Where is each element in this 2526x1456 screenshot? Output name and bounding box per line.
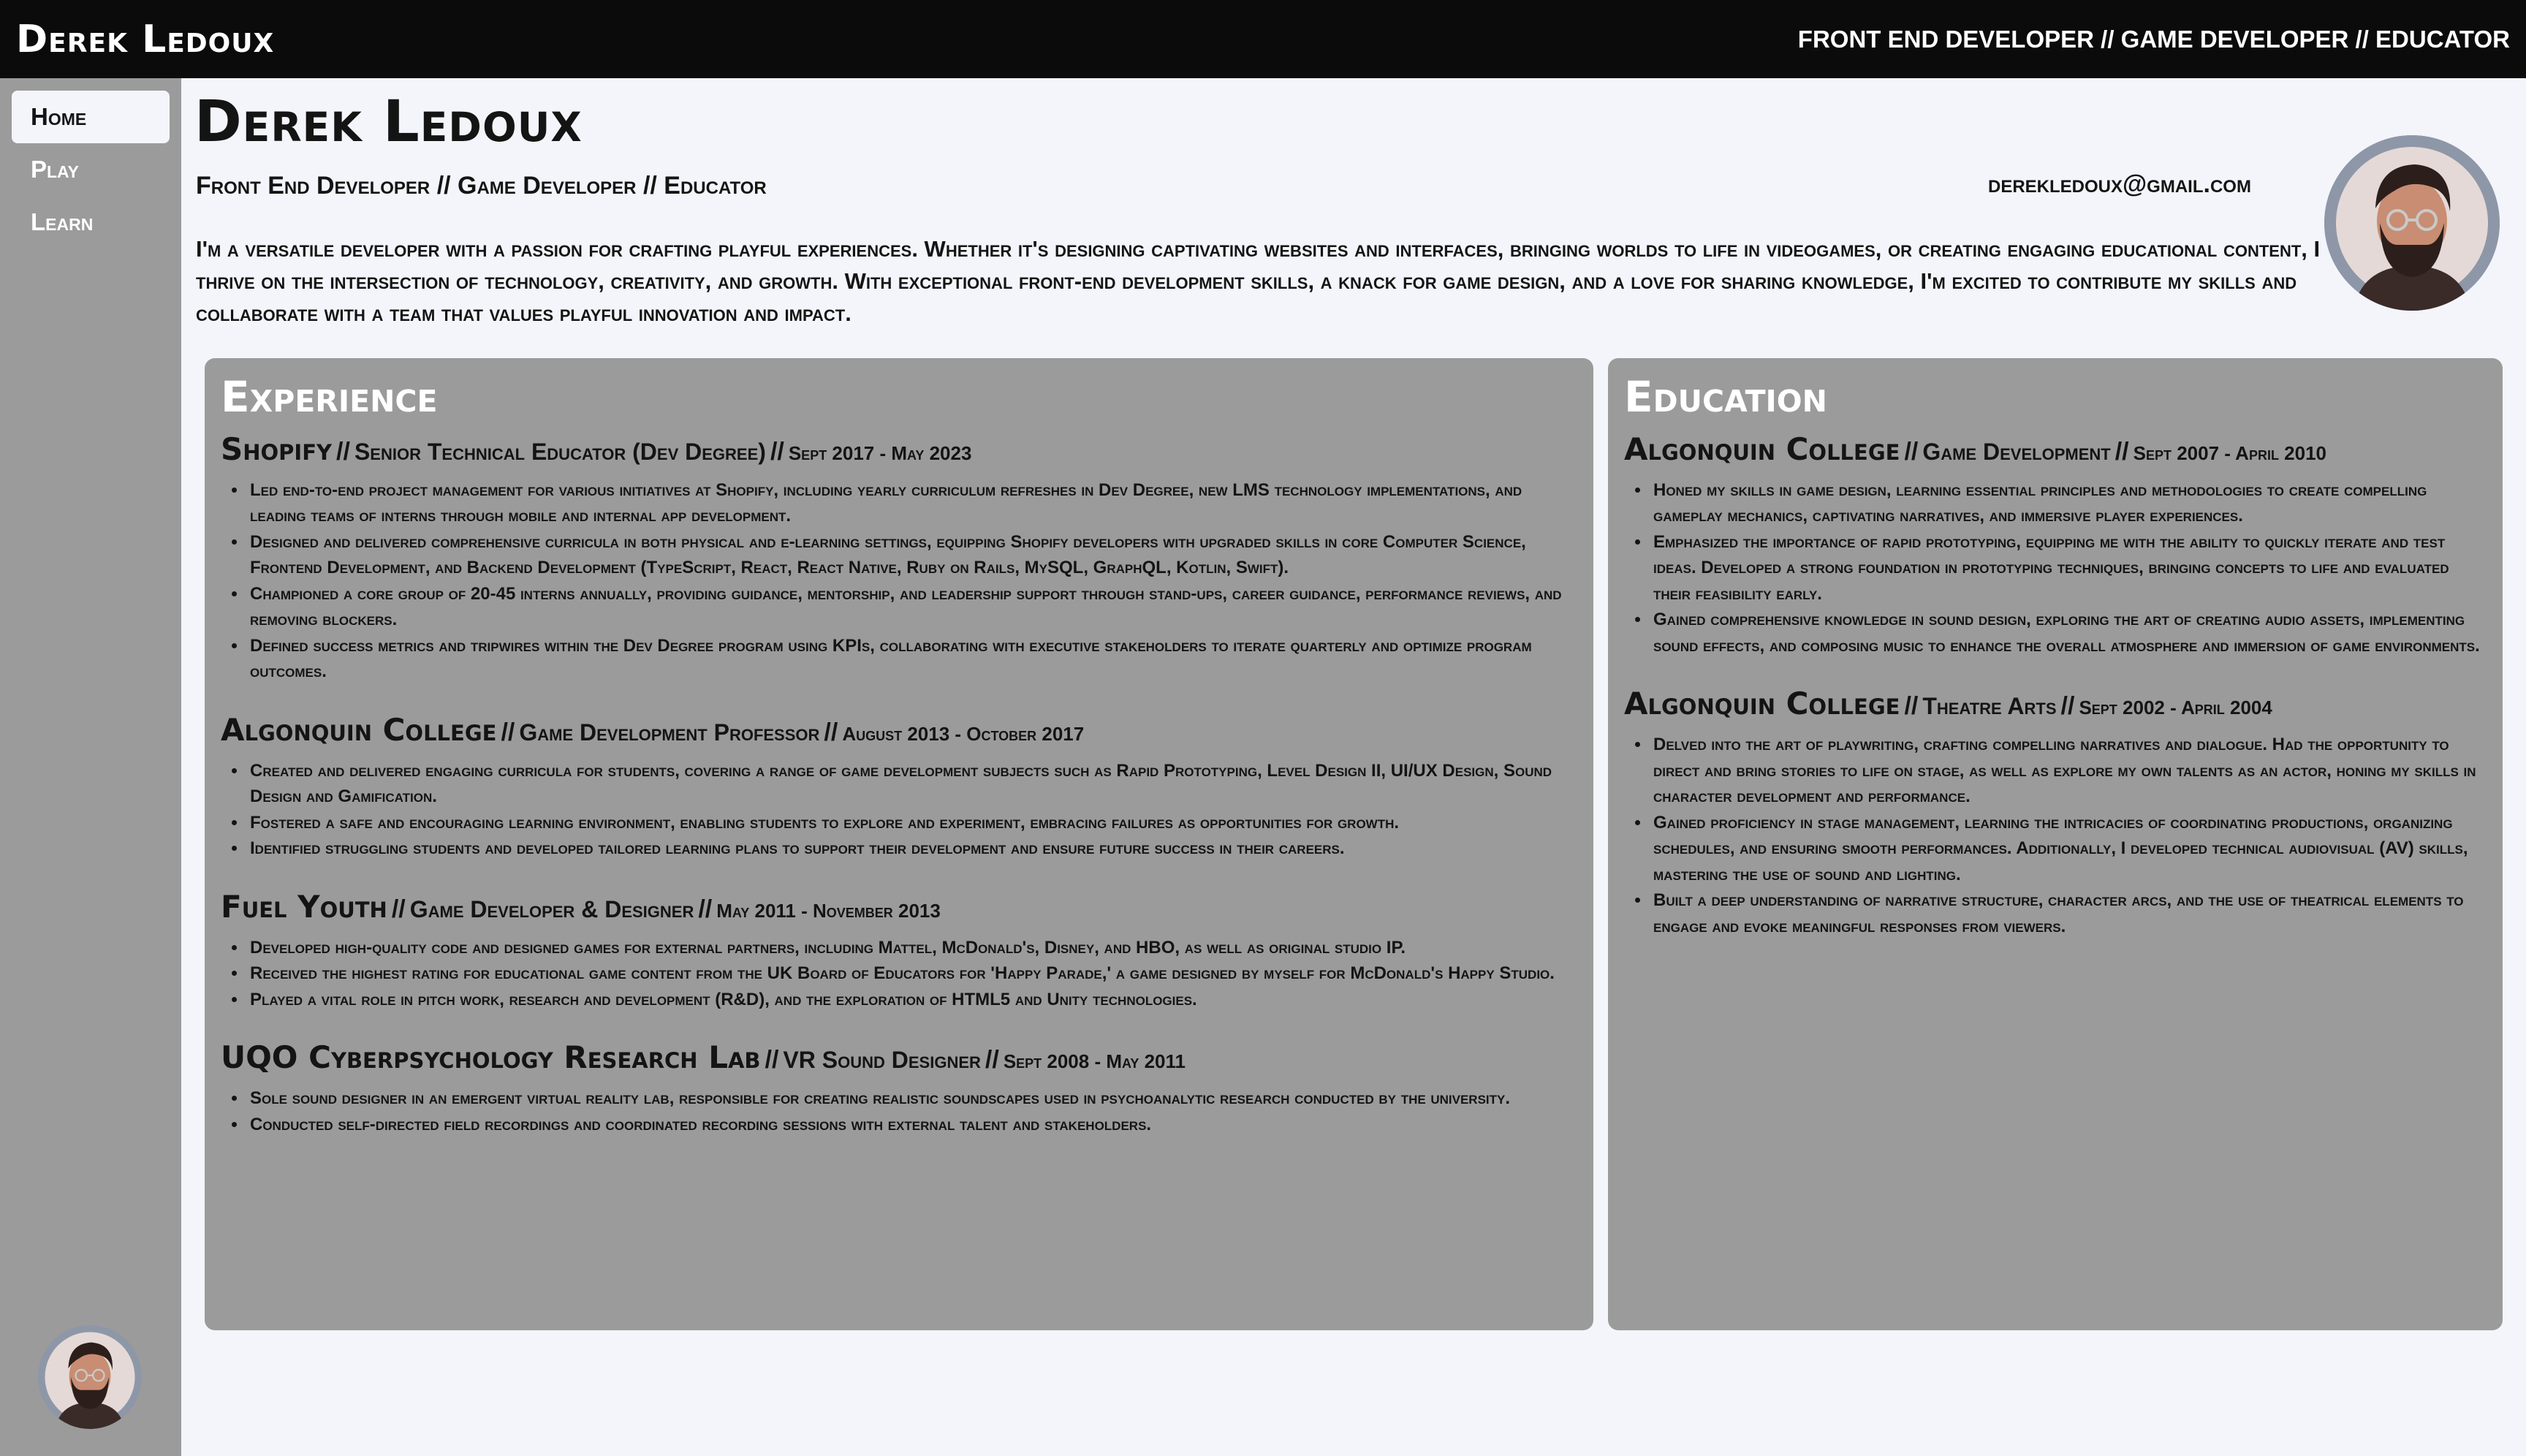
separator: // — [698, 895, 713, 923]
entry-dates: May 2011 - November 2013 — [716, 899, 941, 922]
education-heading: Education — [1624, 372, 1827, 422]
separator: // — [2115, 437, 2129, 466]
main-content: Derek Ledoux Front End Developer // Game… — [181, 78, 2526, 1456]
experience-entry: Shopify//Senior Technical Educator (Dev … — [221, 431, 1577, 685]
separator: // — [391, 895, 406, 923]
list-item: Identified struggling students and devel… — [247, 835, 1577, 862]
entry-org: Shopify — [221, 431, 333, 467]
top-bar: Derek Ledoux FRONT END DEVELOPER // GAME… — [0, 0, 2526, 78]
separator: // — [1904, 692, 1919, 721]
list-item: Developed high-quality code and designed… — [247, 935, 1577, 961]
entry-dates: Sept 2008 - May 2011 — [1003, 1050, 1186, 1073]
intro-paragraph: I'm a versatile developer with a passion… — [196, 236, 2321, 326]
entry-dates: August 2013 - October 2017 — [842, 722, 1085, 745]
sidebar-item-learn[interactable]: Learn — [12, 196, 170, 249]
education-entry: Algonquin College//Game Development//Sep… — [1624, 431, 2487, 659]
entry-dates: Sept 2007 - April 2010 — [2133, 441, 2327, 464]
sidebar: Home Play Learn — [0, 78, 181, 1456]
education-panel: Education Algonquin College//Game Develo… — [1608, 358, 2503, 1330]
sidebar-avatar — [38, 1325, 142, 1429]
list-item: Designed and delivered comprehensive cur… — [247, 529, 1577, 581]
avatar-portrait-icon — [38, 1325, 142, 1429]
email-link[interactable]: derekledoux@gmail.com — [1988, 170, 2251, 199]
entry-role: VR Sound Designer — [783, 1047, 981, 1074]
experience-entry: UQO Cyberpsychology Research Lab//VR Sou… — [221, 1040, 1577, 1137]
education-entry: Algonquin College//Theatre Arts//Sept 20… — [1624, 686, 2487, 939]
entry-role: Theatre Arts — [1922, 693, 2057, 720]
separator: // — [336, 437, 350, 466]
entry-org: UQO Cyberpsychology Research Lab — [221, 1039, 761, 1076]
profile-avatar — [2324, 135, 2500, 311]
experience-panel: Experience Shopify//Senior Technical Edu… — [205, 358, 1593, 1330]
list-item: Fostered a safe and encouraging learning… — [247, 810, 1577, 836]
list-item: Gained comprehensive knowledge in sound … — [1650, 607, 2487, 659]
site-logo[interactable]: Derek Ledoux — [16, 18, 274, 61]
entry-org: Algonquin College — [221, 711, 497, 748]
entry-org: Fuel Youth — [221, 888, 387, 925]
entry-role: Game Developer & Designer — [409, 895, 694, 922]
entry-dates: Sept 2002 - April 2004 — [2079, 697, 2272, 719]
separator: // — [501, 718, 515, 746]
separator: // — [765, 1046, 779, 1074]
list-item: Honed my skills in game design, learning… — [1650, 477, 2487, 529]
list-item: Delved into the art of playwriting, craf… — [1650, 732, 2487, 810]
separator: // — [824, 718, 838, 746]
entry-dates: Sept 2017 - May 2023 — [788, 441, 972, 464]
experience-entry: Algonquin College//Game Development Prof… — [221, 711, 1577, 862]
entry-role: Game Development — [1922, 438, 2111, 465]
list-item: Emphasized the importance of rapid proto… — [1650, 529, 2487, 607]
list-item: Defined success metrics and tripwires wi… — [247, 633, 1577, 685]
sidebar-item-home[interactable]: Home — [12, 91, 170, 143]
entry-role: Game Development Professor — [519, 718, 820, 746]
separator: // — [985, 1046, 999, 1074]
profile-subtitle: Front End Developer // Game Developer //… — [196, 172, 767, 200]
list-item: Led end-to-end project management for va… — [247, 477, 1577, 529]
list-item: Gained proficiency in stage management, … — [1650, 810, 2487, 888]
list-item: Created and delivered engaging curricula… — [247, 758, 1577, 810]
experience-entry: Fuel Youth//Game Developer & Designer//M… — [221, 888, 1577, 1013]
list-item: Championed a core group of 20-45 interns… — [247, 581, 1577, 633]
page-title: Derek Ledoux — [194, 89, 583, 155]
header-tagline: FRONT END DEVELOPER // GAME DEVELOPER //… — [1797, 25, 2510, 53]
sidebar-item-play[interactable]: Play — [12, 143, 170, 196]
separator: // — [1904, 437, 1919, 466]
separator: // — [2060, 692, 2075, 721]
list-item: Conducted self-directed field recordings… — [247, 1112, 1577, 1138]
entry-org: Algonquin College — [1624, 686, 1900, 722]
entry-org: Algonquin College — [1624, 431, 1900, 467]
experience-heading: Experience — [221, 372, 438, 422]
avatar-portrait-icon — [2324, 135, 2500, 311]
list-item: Built a deep understanding of narrative … — [1650, 887, 2487, 939]
separator: // — [770, 437, 784, 466]
list-item: Sole sound designer in an emergent virtu… — [247, 1085, 1577, 1112]
list-item: Received the highest rating for educatio… — [247, 960, 1577, 987]
entry-role: Senior Technical Educator (Dev Degree) — [354, 438, 766, 465]
list-item: Played a vital role in pitch work, resea… — [247, 987, 1577, 1013]
